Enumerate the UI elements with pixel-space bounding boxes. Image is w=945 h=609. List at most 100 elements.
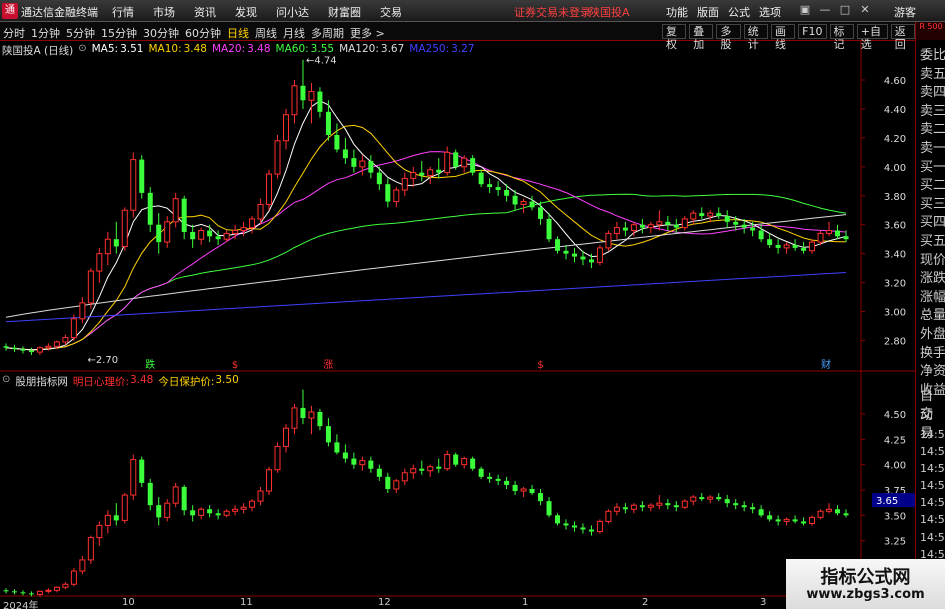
tab-multi-period[interactable]: 多周期 <box>311 25 344 41</box>
ind-candle-body <box>580 527 586 530</box>
tab-15min[interactable]: 15分钟 <box>101 25 137 41</box>
menu-news[interactable]: 资讯 <box>194 4 216 20</box>
candle-body <box>529 201 535 208</box>
r-tag[interactable]: R 500 <box>916 22 945 40</box>
candle-body <box>240 227 247 232</box>
multi-stock-button[interactable]: 多股 <box>716 24 741 51</box>
ind-candle-body <box>783 518 790 522</box>
draw-button[interactable]: 画线 <box>770 24 796 51</box>
adjust-button[interactable]: 复权 <box>662 24 687 51</box>
quote-labels: 委比 卖五 卖四 卖三 卖二 卖一 买一 买二 买三 买四 买五 现价 涨跌 涨幅 总量 外盘 换手 净资 收益 <box>920 44 945 398</box>
candle-body <box>538 207 544 219</box>
tab-1min[interactable]: 1分钟 <box>31 25 60 41</box>
candle-body <box>87 270 94 304</box>
back-button[interactable]: 返回 <box>890 24 915 51</box>
ind-candle-body <box>504 480 510 485</box>
add-watchlist-button[interactable]: +自选 <box>856 24 888 51</box>
tab-5min[interactable]: 5分钟 <box>66 25 95 41</box>
ind-candle-body <box>359 460 366 466</box>
candle-body <box>809 241 816 252</box>
ind-candle-body <box>835 509 841 514</box>
tab-intraday[interactable]: 分时 <box>3 25 25 41</box>
ind-candle-body <box>300 407 306 419</box>
candle-body <box>792 244 798 248</box>
chart-area[interactable]: 4.60 4.40 4.20 4.00 3.80 3.60 3.40 3.20 3.00 2.80… <box>0 41 915 609</box>
candle-body <box>733 221 739 225</box>
candle-body <box>826 230 833 234</box>
candle-body <box>410 172 417 179</box>
ind-candle-body <box>291 407 298 429</box>
tab-more[interactable]: 更多 > <box>350 25 385 41</box>
candle-body <box>690 212 697 220</box>
period-tabs: 分时 1分钟 5分钟 15分钟 30分钟 60分钟 日线 周线 月线 多周期 更… <box>3 25 385 41</box>
quote-label: 卖三 <box>920 103 945 119</box>
tab-30min[interactable]: 30分钟 <box>143 25 179 41</box>
ind-candle-body <box>351 458 357 465</box>
menu-quotes[interactable]: 行情 <box>112 4 134 20</box>
ind-candle-body <box>741 505 747 508</box>
ind-candle-body <box>410 468 417 474</box>
menu-market[interactable]: 市场 <box>153 4 175 20</box>
menu-layout[interactable]: 版面 <box>697 4 719 20</box>
y-tick-label: 3.20 <box>884 279 906 290</box>
ind-candle-body <box>28 593 34 595</box>
mark-button[interactable]: 标记 <box>829 24 854 51</box>
candle-body <box>673 224 679 228</box>
candle-body <box>393 189 400 203</box>
tick-time: 14:56 <box>920 513 945 527</box>
candle-body <box>215 236 221 240</box>
candle-body <box>96 253 103 272</box>
candle-body <box>342 149 348 159</box>
candle-body <box>461 157 468 168</box>
tab-monthly[interactable]: 月线 <box>283 25 305 41</box>
candle-body <box>580 256 586 260</box>
menu-options[interactable]: 选项 <box>759 4 781 20</box>
tab-60min[interactable]: 60分钟 <box>185 25 221 41</box>
close-icon[interactable]: ✕ <box>858 3 872 17</box>
candle-body <box>249 218 256 229</box>
ind-candle-body <box>588 529 594 532</box>
ind-candle-body <box>20 592 26 594</box>
y-tick-label: 3.80 <box>884 192 906 203</box>
menu-formula[interactable]: 公式 <box>728 4 750 20</box>
candle-body <box>504 189 510 196</box>
menu-trade[interactable]: 交易 <box>380 4 402 20</box>
ind-candle-body <box>707 496 714 500</box>
date-label: 12 <box>378 597 391 608</box>
f10-button[interactable]: F10 <box>798 24 827 39</box>
ind-candle-body <box>750 507 756 510</box>
candle-body <box>427 169 434 177</box>
auto-trade[interactable]: 自动 交易 <box>920 385 945 441</box>
tab-weekly[interactable]: 周线 <box>255 25 277 41</box>
menu-assistant[interactable]: 问小达 <box>276 4 309 20</box>
overlay-button[interactable]: 叠加 <box>689 24 714 51</box>
ind-candle-body <box>266 469 273 492</box>
candle-body <box>359 160 366 168</box>
ind-candle-body <box>665 503 671 506</box>
ind-candle-body <box>121 494 128 521</box>
low-price-label: ←2.70 <box>87 355 118 366</box>
menu-wealth[interactable]: 财富圈 <box>328 4 361 20</box>
maximize-icon[interactable]: □ <box>838 3 852 17</box>
login-warning[interactable]: 证券交易未登录 <box>514 4 591 20</box>
ind-candle-body <box>605 510 612 522</box>
guest-label[interactable]: 游客 <box>894 4 916 20</box>
candle-body <box>62 337 69 343</box>
ind-candle-body <box>512 484 518 492</box>
auto-label: 自动 <box>920 389 934 423</box>
candle-body <box>53 341 60 347</box>
ind-candle-body <box>681 500 688 508</box>
y-tick-label: 4.20 <box>884 134 906 145</box>
menu-function[interactable]: 功能 <box>666 4 688 20</box>
candle-body <box>656 221 663 226</box>
stats-button[interactable]: 统计 <box>743 24 768 51</box>
ind-candle-body <box>596 520 603 533</box>
ind-candle-body <box>223 510 230 516</box>
tab-daily[interactable]: 日线 <box>227 25 249 41</box>
ind-candle-body <box>520 488 527 492</box>
skin-icon[interactable]: ▣ <box>798 3 812 17</box>
minimize-icon[interactable]: — <box>818 3 832 17</box>
candle-body <box>274 140 281 175</box>
candle-body <box>156 224 162 243</box>
menu-discover[interactable]: 发现 <box>235 4 257 20</box>
